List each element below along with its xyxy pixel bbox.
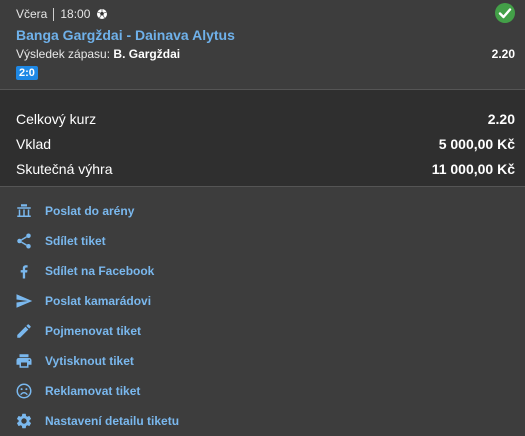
stake-label: Vklad xyxy=(16,135,52,152)
ticket-actions: Poslat do arény Sdílet tiket Sdílet na F… xyxy=(0,187,525,436)
summary-win: Skutečná výhra 11 000,00 Kč xyxy=(0,156,525,181)
complain-ticket-button[interactable]: Reklamovat tiket xyxy=(0,376,525,406)
action-label: Sdílet tiket xyxy=(45,234,106,248)
facebook-icon xyxy=(20,265,28,279)
action-label: Sdílet na Facebook xyxy=(45,264,155,278)
printer-icon xyxy=(16,354,32,368)
ticket-summary: Celkový kurz 2.20 Vklad 5 000,00 Kč Skut… xyxy=(0,90,525,187)
summary-stake: Vklad 5 000,00 Kč xyxy=(0,131,525,156)
football-icon xyxy=(97,9,108,19)
action-label: Reklamovat tiket xyxy=(45,384,141,398)
bet-odd: 2.20 xyxy=(491,47,515,61)
bet-time: 18:00 xyxy=(60,7,91,21)
send-to-friend-button[interactable]: Poslat kamarádovi xyxy=(0,286,525,316)
share-icon xyxy=(17,233,31,249)
action-label: Poslat do arény xyxy=(45,204,135,218)
send-icon xyxy=(16,294,33,308)
outcome-value: B. Gargždai xyxy=(113,47,181,61)
gear-icon xyxy=(16,413,32,429)
pencil-icon xyxy=(17,324,31,338)
summary-total-odd: Celkový kurz 2.20 xyxy=(0,106,525,131)
action-label: Pojmenovat tiket xyxy=(45,324,142,338)
action-label: Vytisknout tiket xyxy=(45,354,134,368)
share-ticket-button[interactable]: Sdílet tiket xyxy=(0,226,525,256)
share-facebook-button[interactable]: Sdílet na Facebook xyxy=(0,256,525,286)
win-label: Skutečná výhra xyxy=(16,160,113,177)
sad-face-icon xyxy=(16,383,32,399)
win-value: 11 000,00 Kč xyxy=(431,160,515,177)
total-odd-value: 2.20 xyxy=(487,110,515,127)
ticket-detail-settings-button[interactable]: Nastavení detailu tiketu xyxy=(0,406,525,436)
print-ticket-button[interactable]: Vytisknout tiket xyxy=(0,346,525,376)
meta-divider xyxy=(53,7,55,21)
send-to-arena-button[interactable]: Poslat do arény xyxy=(0,196,525,226)
action-label: Nastavení detailu tiketu xyxy=(45,414,180,428)
won-check-icon xyxy=(495,3,515,23)
stake-value: 5 000,00 Kč xyxy=(438,135,515,152)
action-label: Poslat kamarádovi xyxy=(45,294,152,308)
bet-item: Včera 18:00 Banga Gargždai - Dainava Aly… xyxy=(0,0,525,90)
outcome-label: Výsledek zápasu: xyxy=(16,47,111,61)
total-odd-label: Celkový kurz xyxy=(16,110,97,127)
match-name-link[interactable]: Banga Gargždai - Dainava Alytus xyxy=(16,27,235,43)
arena-icon xyxy=(17,204,31,217)
bet-meta: Včera 18:00 xyxy=(16,7,108,21)
bet-day: Včera xyxy=(16,7,48,21)
bet-outcome: Výsledek zápasu: B. Gargždai xyxy=(16,47,180,61)
rename-ticket-button[interactable]: Pojmenovat tiket xyxy=(0,316,525,346)
score-badge: 2:0 xyxy=(16,66,38,80)
